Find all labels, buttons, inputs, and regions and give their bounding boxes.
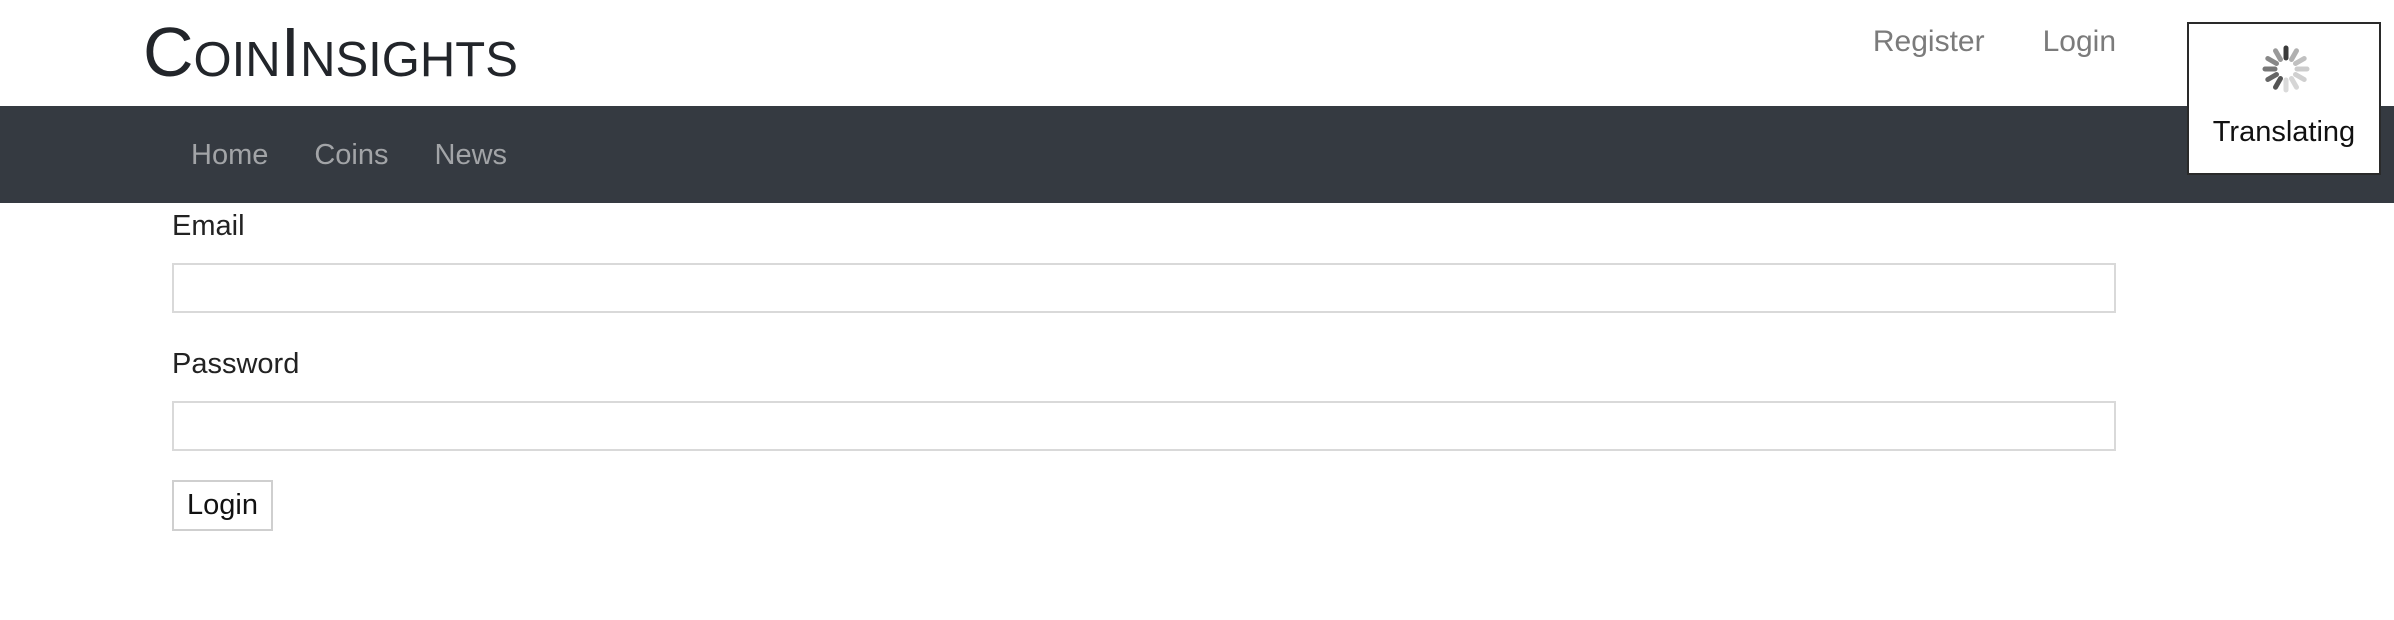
email-label: Email	[172, 210, 245, 242]
main-navbar: Home Coins News	[0, 106, 2394, 203]
email-field[interactable]	[172, 263, 2116, 313]
nav-item-home[interactable]: Home	[191, 136, 268, 174]
translating-status: Translating	[2212, 116, 2356, 148]
register-link[interactable]: Register	[1873, 22, 1985, 62]
account-links: Register Login	[1873, 22, 2116, 62]
password-label: Password	[172, 348, 300, 380]
login-link[interactable]: Login	[2043, 22, 2116, 62]
loading-spinner-icon	[2262, 45, 2310, 93]
top-header: CoinInsights Register Login	[0, 0, 2394, 106]
login-button[interactable]: Login	[172, 480, 273, 531]
brand-logo[interactable]: CoinInsights	[143, 12, 518, 92]
nav-item-coins[interactable]: Coins	[314, 136, 388, 174]
nav-item-news[interactable]: News	[435, 136, 508, 174]
translating-overlay: Translating	[2187, 22, 2381, 175]
nav-items: Home Coins News	[191, 136, 507, 174]
password-field[interactable]	[172, 401, 2116, 451]
